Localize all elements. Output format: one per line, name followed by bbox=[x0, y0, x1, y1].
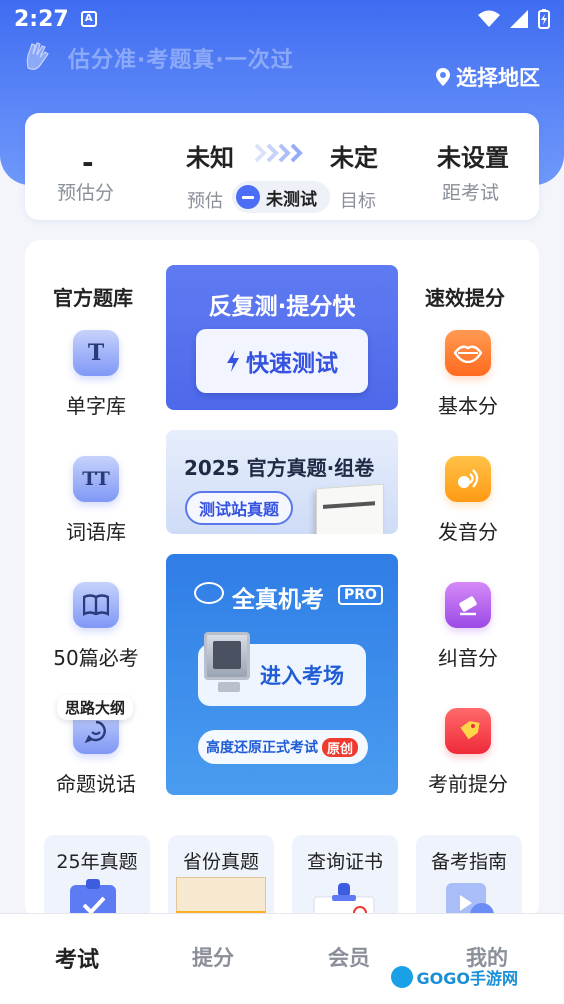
exam-countdown-label: 距考试 bbox=[442, 182, 500, 204]
price-tag-icon bbox=[445, 708, 491, 754]
notification-icon: A bbox=[80, 11, 97, 27]
location-pin-icon bbox=[436, 68, 450, 86]
exam-countdown-value: 未设置 bbox=[437, 144, 509, 172]
mock-exam-title: 全真机考 bbox=[232, 587, 324, 613]
quick-test-title: 反复测·提分快 bbox=[208, 294, 356, 320]
site-watermark: GOGO手游网 bbox=[390, 965, 518, 989]
mock-exam-banner[interactable]: 全真机考 PRO 进入考场 高度还原正式考试 原创 bbox=[166, 554, 398, 795]
pth-logo-icon bbox=[194, 582, 224, 604]
official-exam-title: 2025 官方真题·组卷 bbox=[184, 456, 375, 480]
quick-card-study-guide[interactable]: 备考指南 bbox=[416, 835, 522, 925]
lightning-icon bbox=[227, 350, 239, 372]
computer-monitor-icon bbox=[204, 632, 250, 680]
pronunciation-score-label: 发音分 bbox=[438, 520, 498, 544]
watermark-text: GOGO手游网 bbox=[416, 969, 518, 988]
single-char-bank-label: 单字库 bbox=[66, 394, 126, 418]
official-exam-button[interactable]: 测试站真题 bbox=[185, 491, 293, 525]
lips-icon bbox=[445, 330, 491, 376]
progress-arrows-icon bbox=[254, 143, 303, 163]
double-t-icon: TT bbox=[73, 456, 119, 502]
select-region-button[interactable]: 选择地区 bbox=[436, 62, 540, 92]
pro-badge: PRO bbox=[338, 585, 383, 605]
quick-card-label: 省份真题 bbox=[182, 851, 259, 873]
target-level: 未定 bbox=[330, 144, 378, 172]
status-time: 2:27 bbox=[14, 6, 69, 32]
quick-card-2025-exam[interactable]: 25年真题 bbox=[44, 835, 150, 925]
estimated-score-value: - bbox=[82, 146, 94, 179]
voice-icon bbox=[445, 456, 491, 502]
pronunciation-score-item[interactable]: 发音分 bbox=[413, 456, 523, 545]
topic-speaking-item[interactable]: 命题说话 bbox=[41, 708, 151, 797]
pre-exam-boost-item[interactable]: 考前提分 bbox=[413, 708, 523, 797]
signal-icon bbox=[510, 10, 528, 28]
letter-t-icon: T bbox=[73, 330, 119, 376]
single-char-bank-item[interactable]: T 单字库 bbox=[41, 330, 151, 419]
battery-icon bbox=[538, 9, 550, 29]
mock-exam-subtitle-text: 高度还原正式考试 bbox=[206, 740, 318, 756]
correction-score-item[interactable]: 纠音分 bbox=[413, 582, 523, 671]
basic-score-label: 基本分 bbox=[438, 394, 498, 418]
bottom-navigation: 考试 提分 会员 我的 bbox=[0, 913, 564, 1004]
status-bar: 2:27 A bbox=[0, 0, 564, 38]
quick-card-certificate[interactable]: 查询证书 bbox=[292, 835, 398, 925]
quick-test-button[interactable]: 快速测试 bbox=[196, 329, 368, 393]
hand-logo-icon bbox=[26, 42, 49, 70]
current-level: 未知 bbox=[186, 144, 234, 172]
fifty-essays-label: 50篇必考 bbox=[53, 646, 139, 670]
quick-test-banner[interactable]: 反复测·提分快 快速测试 bbox=[166, 265, 398, 410]
word-bank-item[interactable]: TT 词语库 bbox=[41, 456, 151, 545]
untested-text: 未测试 bbox=[266, 189, 317, 210]
word-bank-label: 词语库 bbox=[66, 520, 126, 544]
region-label: 选择地区 bbox=[456, 66, 540, 90]
minus-circle-icon bbox=[236, 185, 260, 209]
quick-card-label: 查询证书 bbox=[306, 851, 383, 873]
mock-exam-subtitle: 高度还原正式考试 原创 bbox=[198, 730, 368, 764]
correction-score-label: 纠音分 bbox=[438, 646, 498, 670]
quick-card-label: 25年真题 bbox=[56, 851, 138, 873]
quick-test-button-label: 快速测试 bbox=[246, 351, 338, 377]
exam-book-image bbox=[316, 483, 384, 534]
basic-score-item[interactable]: 基本分 bbox=[413, 330, 523, 419]
topic-speaking-label: 命题说话 bbox=[56, 772, 136, 796]
eraser-icon bbox=[445, 582, 491, 628]
nav-tab-exam[interactable]: 考试 bbox=[37, 942, 117, 974]
official-exam-banner[interactable]: 2025 官方真题·组卷 测试站真题 bbox=[166, 430, 398, 534]
quick-score-title: 速效提分 bbox=[425, 286, 505, 310]
outline-tag-badge: 思路大纲 bbox=[57, 695, 134, 720]
slogan-row: 估分准·考题真·一次过 bbox=[18, 38, 294, 78]
nav-tab-boost[interactable]: 提分 bbox=[173, 942, 253, 972]
monitor-stand bbox=[218, 682, 240, 692]
watermark-logo-icon bbox=[390, 966, 413, 988]
book-icon bbox=[73, 582, 119, 628]
fifty-essays-item[interactable]: 50篇必考 bbox=[41, 582, 151, 671]
quick-card-province-exam[interactable]: 省份真题 bbox=[168, 835, 274, 925]
nav-tab-membership[interactable]: 会员 bbox=[309, 942, 389, 972]
official-bank-title: 官方题库 bbox=[53, 286, 133, 310]
wifi-icon bbox=[478, 10, 500, 27]
quick-card-label: 备考指南 bbox=[430, 851, 507, 873]
slogan-text: 估分准·考题真·一次过 bbox=[68, 48, 294, 73]
pre-exam-boost-label: 考前提分 bbox=[428, 772, 508, 796]
estimate-label: 预估 bbox=[187, 191, 223, 212]
target-label: 目标 bbox=[340, 191, 376, 212]
estimated-score-label: 预估分 bbox=[57, 182, 115, 204]
untested-pill[interactable]: 未测试 bbox=[232, 181, 330, 213]
original-tag: 原创 bbox=[322, 737, 359, 757]
